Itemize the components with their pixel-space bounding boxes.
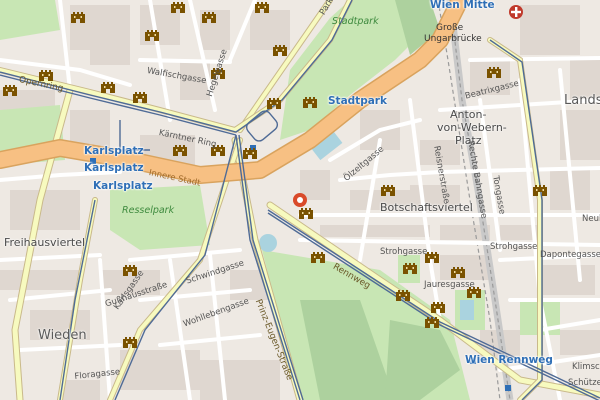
station-label-wien-rennweg[interactable]: Wien Rennweg bbox=[465, 354, 553, 366]
pool bbox=[460, 300, 474, 320]
street-label-schuetzen: Schützen bbox=[568, 378, 600, 388]
district-label-freihausviertel: Freihausviertel bbox=[4, 236, 86, 249]
map-view[interactable]: Wien Mitte Stadtpark Stadtpark Große Ung… bbox=[0, 0, 600, 400]
castle-icon[interactable] bbox=[243, 148, 257, 159]
castle-icon[interactable] bbox=[101, 82, 115, 93]
street-label-jauresgasse: Jauresgasse bbox=[424, 280, 475, 290]
district-label-landstrasse: Landst bbox=[564, 93, 600, 108]
square-label-1: Anton- bbox=[450, 108, 487, 121]
building-block bbox=[380, 225, 430, 237]
street-label-strohgasse-1: Strohgasse bbox=[380, 247, 428, 257]
resselpark-area bbox=[110, 185, 210, 250]
square-label-2: von-Webern- bbox=[437, 121, 507, 134]
street-label-klimsch: Klimsch bbox=[572, 362, 600, 372]
street-label-neul: Neul bbox=[582, 214, 600, 224]
building-block bbox=[60, 380, 100, 400]
building-block bbox=[250, 10, 290, 50]
station-label-wien-mitte[interactable]: Wien Mitte bbox=[430, 0, 495, 11]
bridge-label-1: Große bbox=[436, 23, 464, 33]
park-label-stadtpark: Stadtpark bbox=[332, 16, 379, 27]
castle-icon[interactable] bbox=[133, 92, 147, 103]
building-block bbox=[90, 50, 130, 65]
station-label-karlsplatz-1[interactable]: Karlsplatz bbox=[84, 145, 144, 157]
building-block bbox=[540, 265, 595, 295]
bridge-label-2: Ungarbrücke bbox=[424, 34, 482, 44]
building-block bbox=[0, 270, 80, 290]
building-block bbox=[560, 330, 600, 355]
district-label-botschaftsviertel: Botschaftsviertel bbox=[380, 201, 473, 214]
castle-icon[interactable] bbox=[273, 45, 287, 56]
park-northwest bbox=[0, 0, 60, 40]
map-canvas[interactable] bbox=[0, 0, 600, 400]
building-block bbox=[70, 5, 130, 50]
station-label-stadtpark[interactable]: Stadtpark bbox=[328, 95, 387, 107]
district-label-wieden: Wieden bbox=[38, 328, 87, 343]
fountain bbox=[259, 234, 277, 252]
castle-icon[interactable] bbox=[299, 208, 313, 219]
hospital-icon[interactable] bbox=[509, 5, 523, 19]
station-label-karlsplatz-2[interactable]: Karlsplatz bbox=[84, 162, 144, 174]
building-block bbox=[10, 190, 80, 230]
building-block bbox=[200, 360, 280, 400]
street-label-dapontegasse: Dapontegasse bbox=[540, 250, 600, 260]
park-label-resselpark: Resselpark bbox=[122, 205, 175, 216]
location-pin-icon[interactable] bbox=[293, 193, 307, 207]
building-block bbox=[520, 5, 580, 55]
building-block bbox=[320, 225, 380, 237]
station-label-karlsplatz-3[interactable]: Karlsplatz bbox=[93, 180, 153, 192]
street-label-strohgasse-2: Strohgasse bbox=[490, 242, 538, 252]
